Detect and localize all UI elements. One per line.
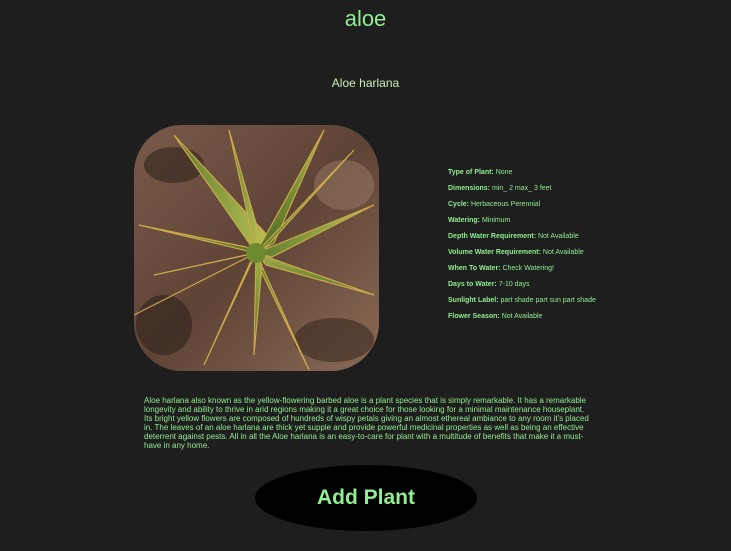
detail-days-to-water: Days to Water: 7-10 days xyxy=(448,280,718,296)
detail-value: Herbaceous Perennial xyxy=(470,201,541,208)
detail-label: Depth Water Requirement: xyxy=(448,233,537,240)
detail-flower-season: Flower Season: Not Available xyxy=(448,312,718,328)
detail-watering: Watering: Minimum xyxy=(448,216,718,232)
detail-label: Watering: xyxy=(448,217,481,224)
detail-label: Cycle: xyxy=(448,201,470,208)
add-plant-button[interactable]: Add Plant xyxy=(255,465,477,531)
detail-cycle: Cycle: Herbaceous Perennial xyxy=(448,200,718,216)
plant-image xyxy=(134,125,379,371)
detail-label: Dimensions: xyxy=(448,185,491,192)
detail-label: Flower Season: xyxy=(448,313,500,320)
detail-value: 7-10 days xyxy=(498,281,530,288)
detail-volume-water: Volume Water Requirement: Not Available xyxy=(448,248,718,264)
detail-label: When To Water: xyxy=(448,265,501,272)
scientific-name: Aloe harlana xyxy=(331,76,400,90)
detail-when-to-water: When To Water: Check Watering! xyxy=(448,264,718,280)
detail-label: Days to Water: xyxy=(448,281,497,288)
detail-dimensions: Dimensions: min_ 2 max_ 3 feet xyxy=(448,184,718,200)
detail-sunlight: Sunlight Label: part shade part sun part… xyxy=(448,296,718,312)
detail-value: Not Available xyxy=(537,233,579,240)
detail-value: part shade part sun part shade xyxy=(500,297,596,304)
plant-details: Type of Plant: None Dimensions: min_ 2 m… xyxy=(448,168,718,328)
detail-value: Not Available xyxy=(501,313,543,320)
detail-value: Minimum xyxy=(481,217,511,224)
detail-label: Sunlight Label: xyxy=(448,297,499,304)
detail-depth-water: Depth Water Requirement: Not Available xyxy=(448,232,718,248)
detail-type: Type of Plant: None xyxy=(448,168,718,184)
detail-value: min_ 2 max_ 3 feet xyxy=(491,185,552,192)
detail-value: Check Watering! xyxy=(502,265,554,272)
detail-value: Not Available xyxy=(542,249,584,256)
detail-value: None xyxy=(495,169,513,176)
detail-label: Type of Plant: xyxy=(448,169,494,176)
plant-description: Aloe harlana also known as the yellow-fl… xyxy=(144,396,589,450)
page-title: aloe xyxy=(344,6,387,31)
detail-label: Volume Water Requirement: xyxy=(448,249,541,256)
